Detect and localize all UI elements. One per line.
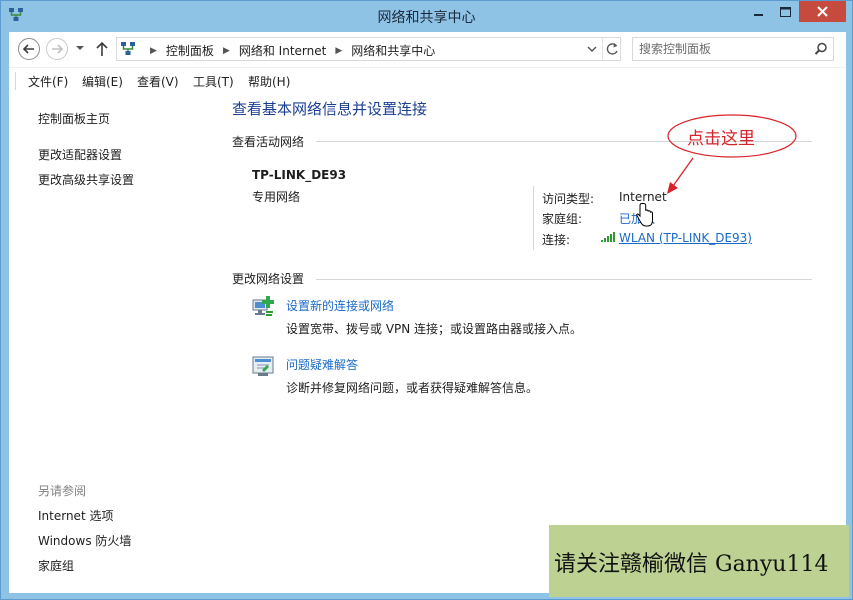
search-input[interactable] [639,41,809,57]
change-settings-heading: 更改网络设置 [232,272,305,286]
chevron-down-icon [587,46,597,52]
menu-help[interactable]: 帮助(H) [248,73,290,90]
main-pane: 查看基本网络信息并设置连接 查看活动网络 TP-LINK_DE93 专用网络 访… [222,93,846,593]
menu-view[interactable]: 查看(V) [137,73,179,90]
breadcrumb: ▶ 控制面板 ▶ 网络和 Internet ▶ 网络和共享中心 [141,42,435,59]
left-pane: 控制面板主页 更改适配器设置 更改高级共享设置 另请参阅 Internet 选项… [9,93,222,593]
maximize-icon [780,7,791,17]
wifi-signal-icon [601,232,615,242]
menu-file[interactable]: 文件(F) [28,73,68,90]
menu-grip [15,72,16,90]
address-bar[interactable]: ▶ 控制面板 ▶ 网络和 Internet ▶ 网络和共享中心 [116,37,621,61]
change-adapter-settings-link[interactable]: 更改适配器设置 [38,146,122,163]
maximize-button[interactable] [772,1,799,23]
homegroup-link[interactable]: 家庭组 [38,557,74,574]
window: 网络和共享中心 ▶ 控制面板 ▶ 网络和 Internet ▶ 网络和共享中心 … [0,0,853,600]
homegroup-label: 家庭组: [542,212,583,226]
arrow-up-icon[interactable] [95,40,109,58]
annotation-text: 点击这里 [687,129,755,149]
window-title: 网络和共享中心 [377,10,476,26]
setup-connection-icon [252,296,274,316]
menu-edit[interactable]: 编辑(E) [82,73,123,90]
breadcrumb-separator-icon[interactable]: ▶ [223,46,230,56]
annotation-arrow-icon [667,157,694,194]
control-panel-icon [121,42,135,55]
troubleshoot-problems-description: 诊断并修复网络问题，或者获得疑难解答信息。 [286,381,539,395]
arrow-right-icon [52,44,64,54]
minimize-icon [754,14,763,16]
internet-options-link[interactable]: Internet 选项 [38,507,113,524]
change-advanced-sharing-link[interactable]: 更改高级共享设置 [38,171,134,188]
connection-label: 连接: [542,233,571,247]
control-panel-home-link[interactable]: 控制面板主页 [38,110,110,127]
windows-firewall-link[interactable]: Windows 防火墙 [38,532,131,549]
setup-new-connection-link[interactable]: 设置新的连接或网络 [286,297,394,314]
wlan-connection-link[interactable]: WLAN (TP-LINK_DE93) [619,231,752,245]
refresh-button[interactable] [602,38,621,60]
breadcrumb-control-panel[interactable]: 控制面板 [166,42,214,59]
menu-tools[interactable]: 工具(T) [193,73,234,90]
setup-new-connection-description: 设置宽带、拨号或 VPN 连接；或设置路由器或接入点。 [286,322,583,336]
search-icon[interactable] [814,42,828,56]
arrow-left-icon [22,44,34,54]
active-networks-heading: 查看活动网络 [232,135,305,149]
watermark-banner: 请关注赣榆微信 Ganyu114 [549,525,849,597]
title-bar[interactable]: 网络和共享中心 [1,1,852,32]
forward-button[interactable] [46,38,68,60]
divider [533,186,534,250]
address-history-button[interactable] [583,38,601,60]
watermark-text: 请关注赣榆微信 Ganyu114 [554,552,829,577]
divider [316,279,812,280]
breadcrumb-separator-icon[interactable]: ▶ [335,46,342,56]
close-icon [817,6,828,17]
troubleshoot-problems-link[interactable]: 问题疑难解答 [286,356,358,373]
breadcrumb-separator-icon[interactable]: ▶ [150,46,157,56]
navigation-bar: ▶ 控制面板 ▶ 网络和 Internet ▶ 网络和共享中心 [9,32,846,66]
see-also-heading: 另请参阅 [38,484,87,498]
network-type: 专用网络 [252,190,301,204]
network-name: TP-LINK_DE93 [252,168,347,182]
page-title: 查看基本网络信息并设置连接 [232,100,428,118]
breadcrumb-network-sharing-center[interactable]: 网络和共享中心 [351,42,435,59]
breadcrumb-network-internet[interactable]: 网络和 Internet [239,42,326,59]
search-box[interactable] [632,37,834,61]
hand-cursor-icon [636,203,653,227]
refresh-icon [606,43,618,55]
close-button[interactable] [799,1,846,22]
troubleshoot-icon [252,356,274,376]
access-type-label: 访问类型: [542,192,595,206]
menu-bar: 文件(F) 编辑(E) 查看(V) 工具(T) 帮助(H) [9,67,846,93]
minimize-button[interactable] [745,1,772,23]
back-button[interactable] [18,38,40,60]
recent-locations-chevron-down-icon[interactable] [75,44,85,52]
